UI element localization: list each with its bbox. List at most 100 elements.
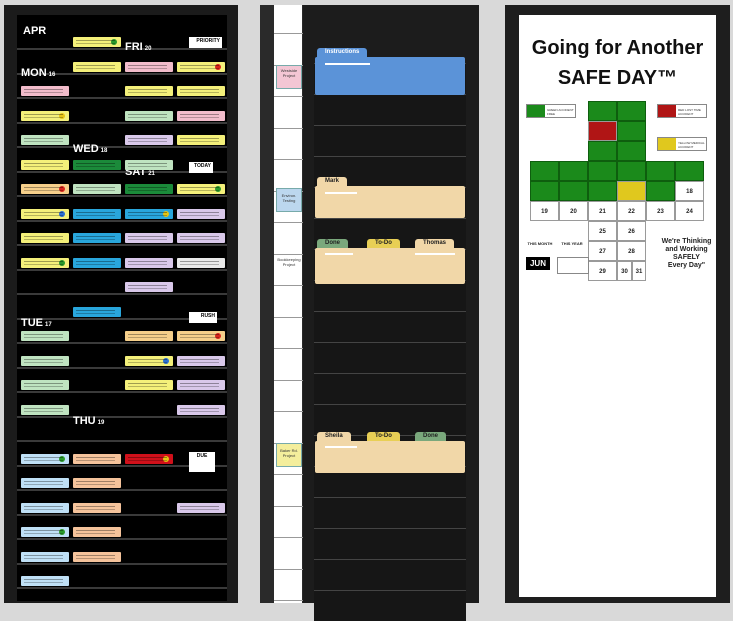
schedule-board-slots: APR FRI 20 MON 16 WED 18 SAT 21 TUE 17 THU 19 … xyxy=(17,15,227,601)
calendar-cell xyxy=(617,181,646,201)
priority-tag: PRIORITY xyxy=(189,37,222,48)
schedule-card xyxy=(125,135,173,145)
file-pocket xyxy=(314,497,466,528)
folder-tab-thomas[interactable]: Thomas xyxy=(415,239,455,248)
poster-title-line2: SAFE DAY™ xyxy=(557,67,678,89)
schedule-card xyxy=(73,233,121,243)
board-rail xyxy=(17,366,227,369)
folder-tab-mark[interactable]: Mark xyxy=(317,177,348,186)
schedule-card xyxy=(125,110,173,121)
schedule-card xyxy=(177,331,225,341)
board-rail xyxy=(17,415,227,418)
label-strip xyxy=(325,446,357,448)
folder-tab-done[interactable]: Done xyxy=(317,239,348,248)
due-tag: DUE xyxy=(189,452,215,472)
calendar-cell: 24 xyxy=(675,201,704,221)
file-pocket xyxy=(314,125,466,156)
legend-red: RED LOST TIME ACCIDENT xyxy=(657,104,707,118)
status-dot xyxy=(163,455,169,462)
folder-tab-todo[interactable]: To-Do xyxy=(367,239,400,248)
status-dot xyxy=(59,112,65,119)
schedule-card xyxy=(21,159,69,170)
legend-swatch-yellow xyxy=(658,138,676,150)
day-label-fri: FRI 20 xyxy=(125,41,152,53)
folder-tab-done-2[interactable]: Done xyxy=(415,432,446,441)
folder-tab-todo-2[interactable]: To-Do xyxy=(367,432,400,441)
status-dot xyxy=(163,357,169,364)
status-dot xyxy=(59,210,65,217)
calendar-cell xyxy=(646,181,675,201)
calendar-cell: 20 xyxy=(559,201,588,221)
status-dot xyxy=(59,529,65,535)
schedule-card xyxy=(73,159,121,170)
day-label-wed: WED 18 xyxy=(73,143,108,155)
schedule-card xyxy=(125,184,173,194)
this-month-label: THIS MONTH xyxy=(527,241,553,246)
status-dot xyxy=(59,186,65,192)
schedule-card xyxy=(177,404,225,415)
schedule-card xyxy=(73,502,121,513)
board-rail xyxy=(17,195,227,197)
calendar-cell: 23 xyxy=(646,201,675,221)
calendar-cell xyxy=(588,161,617,181)
schedule-card xyxy=(21,380,69,390)
schedule-card xyxy=(73,527,121,537)
status-dot xyxy=(163,210,169,217)
schedule-board: APR FRI 20 MON 16 WED 18 SAT 21 TUE 17 THU 19 … xyxy=(4,5,238,603)
schedule-card xyxy=(177,184,225,194)
folder-tab-sheila[interactable]: Sheila xyxy=(317,432,351,441)
board-rail xyxy=(17,293,227,295)
slogan-line: and Working xyxy=(665,246,708,253)
schedule-card xyxy=(177,135,225,145)
file-pocket xyxy=(314,342,466,373)
status-dot xyxy=(215,333,221,339)
calendar-cell xyxy=(559,161,588,181)
calendar-cell: 29 xyxy=(588,261,617,281)
today-tag: TODAY xyxy=(189,162,213,173)
board-rail xyxy=(17,587,227,589)
schedule-card xyxy=(177,380,225,390)
status-dot xyxy=(111,39,117,45)
strip-label-bookkeeping: Bookkeeping Project xyxy=(277,257,301,267)
schedule-card xyxy=(125,355,173,366)
calendar-cell xyxy=(675,161,704,181)
schedule-card xyxy=(73,453,121,464)
schedule-card xyxy=(73,306,121,317)
board-rail xyxy=(17,440,227,442)
schedule-card xyxy=(21,404,69,415)
calendar-cell: 28 xyxy=(617,241,646,261)
schedule-card xyxy=(21,135,69,145)
schedule-card xyxy=(21,355,69,366)
slogan: We're Thinking and Working SAFELY Every … xyxy=(659,238,714,270)
schedule-card xyxy=(125,453,173,464)
schedule-card xyxy=(177,355,225,366)
schedule-card xyxy=(21,527,69,537)
strip-label-environ: Environ. Testing xyxy=(281,193,297,203)
calendar-cell xyxy=(530,181,559,201)
label-strip xyxy=(325,192,357,194)
poster-title-line1: Going for Another xyxy=(531,37,704,59)
legend-yellow: YELLOW MEDICAL ACCIDENT xyxy=(657,137,707,151)
schedule-card xyxy=(21,86,69,96)
calendar-cell: 19 xyxy=(530,201,559,221)
day-label-mon: MON 16 xyxy=(21,67,56,79)
board-rail xyxy=(17,97,227,99)
folder-mark[interactable] xyxy=(315,186,465,218)
schedule-card xyxy=(125,233,173,243)
schedule-card xyxy=(73,61,121,72)
schedule-card xyxy=(21,257,69,268)
schedule-card xyxy=(125,331,173,341)
month-value: JUN xyxy=(526,257,550,270)
board-rail xyxy=(17,268,227,271)
schedule-card xyxy=(73,37,121,47)
board-rail xyxy=(17,562,227,565)
schedule-card xyxy=(21,478,69,488)
slogan-line: SAFELY xyxy=(673,254,700,261)
calendar-cell: 31 xyxy=(632,261,646,281)
schedule-card xyxy=(177,208,225,219)
folder-tab-instructions[interactable]: Instructions xyxy=(317,48,368,57)
calendar-cell xyxy=(588,181,617,201)
calendar-cell: 27 xyxy=(588,241,617,261)
status-dot xyxy=(215,63,221,70)
calendar-cell xyxy=(617,141,646,161)
